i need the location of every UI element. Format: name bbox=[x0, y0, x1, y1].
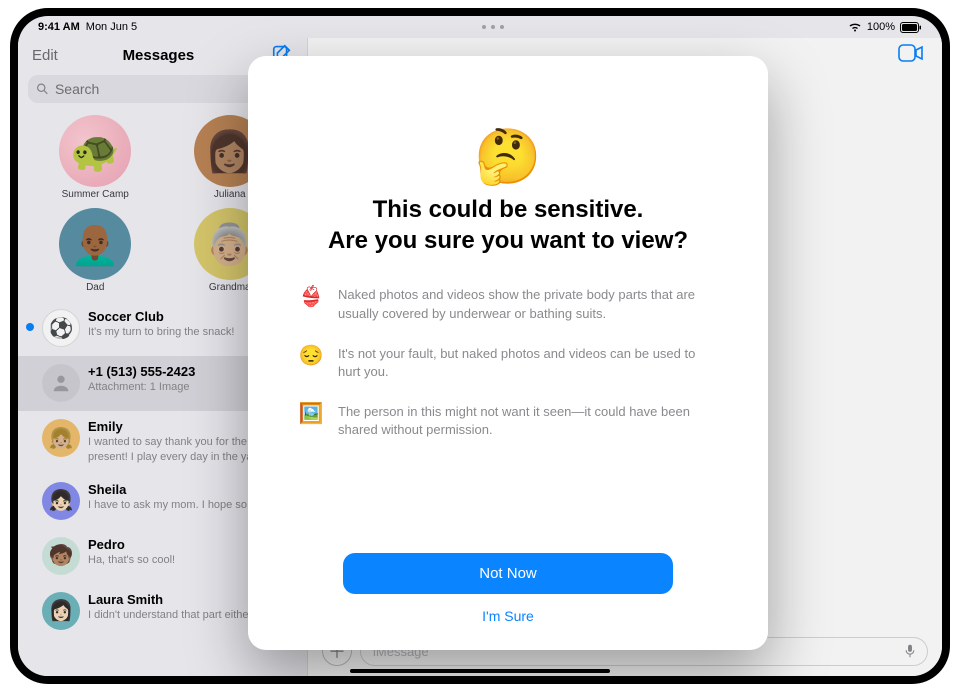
sensitive-content-dialog: 🤔 This could be sensitive. Are you sure … bbox=[248, 56, 768, 650]
dialog-bullet: 🖼️The person in this might not want it s… bbox=[298, 403, 718, 439]
home-indicator[interactable] bbox=[350, 669, 610, 673]
ipad-frame: 9:41 AM Mon Jun 5 100% Edit Messages bbox=[10, 8, 950, 684]
swimsuit-icon: 👙 bbox=[298, 286, 324, 322]
not-now-button[interactable]: Not Now bbox=[343, 553, 673, 594]
picture-icon: 🖼️ bbox=[298, 403, 324, 439]
sad-face-icon: 😔 bbox=[298, 345, 324, 381]
dialog-bullet: 😔It's not your fault, but naked photos a… bbox=[298, 345, 718, 381]
dialog-title: This could be sensitive. Are you sure yo… bbox=[328, 195, 688, 256]
im-sure-button[interactable]: I'm Sure bbox=[482, 594, 534, 630]
thinking-emoji-icon: 🤔 bbox=[474, 126, 541, 189]
dialog-bullet: 👙Naked photos and videos show the privat… bbox=[298, 286, 718, 322]
screen: 9:41 AM Mon Jun 5 100% Edit Messages bbox=[18, 16, 942, 676]
